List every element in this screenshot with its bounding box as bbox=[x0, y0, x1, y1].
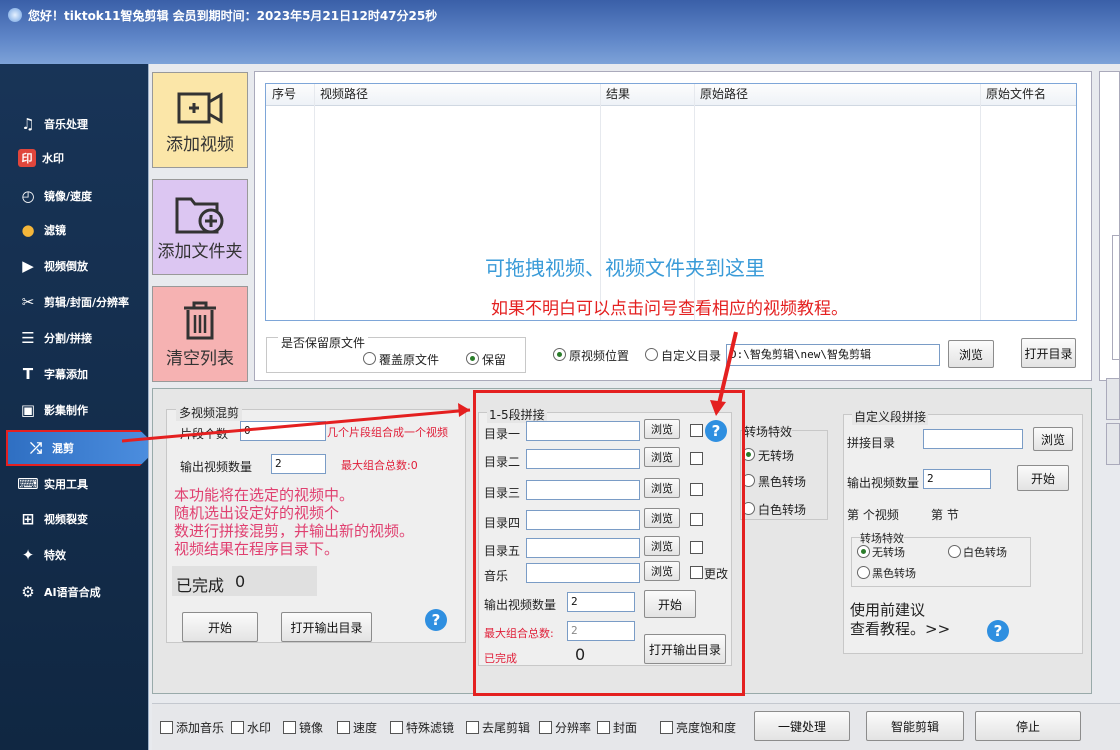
one-click-button[interactable]: 一键处理 bbox=[754, 711, 850, 741]
bottom-checkbox[interactable]: 亮度饱和度 bbox=[660, 719, 736, 736]
smart-cut-button[interactable]: 智能剪辑 bbox=[866, 711, 964, 741]
checkbox-box[interactable] bbox=[283, 721, 296, 734]
bottom-checkbox[interactable]: 封面 bbox=[597, 719, 637, 736]
bottom-checkbox[interactable]: 水印 bbox=[231, 719, 271, 736]
checkbox-label: 添加音乐 bbox=[176, 721, 225, 735]
checkbox-box[interactable] bbox=[337, 721, 350, 734]
checkbox-box[interactable] bbox=[160, 721, 173, 734]
bottom-checkbox[interactable]: 分辨率 bbox=[539, 719, 591, 736]
checkbox-label: 封面 bbox=[613, 721, 638, 735]
checkbox-box[interactable] bbox=[390, 721, 403, 734]
annotation-arrows bbox=[121, 331, 738, 443]
bottom-checkbox[interactable]: 添加音乐 bbox=[160, 719, 224, 736]
checkbox-label: 镜像 bbox=[299, 721, 324, 735]
bottom-checkbox[interactable]: 速度 bbox=[337, 719, 377, 736]
checkbox-box[interactable] bbox=[660, 721, 673, 734]
checkbox-label: 亮度饱和度 bbox=[676, 721, 737, 735]
checkbox-box[interactable] bbox=[539, 721, 552, 734]
checkbox-box[interactable] bbox=[231, 721, 244, 734]
checkbox-label: 水印 bbox=[247, 721, 272, 735]
bottom-checkbox[interactable]: 镜像 bbox=[283, 719, 323, 736]
checkbox-label: 速度 bbox=[353, 721, 378, 735]
checkbox-box[interactable] bbox=[597, 721, 610, 734]
checkbox-label: 去尾剪辑 bbox=[482, 721, 531, 735]
checkbox-box[interactable] bbox=[466, 721, 479, 734]
stop-button[interactable]: 停止 bbox=[975, 711, 1081, 741]
bottom-checkbox[interactable]: 去尾剪辑 bbox=[466, 719, 530, 736]
bottom-checkbox[interactable]: 特殊滤镜 bbox=[390, 719, 454, 736]
checkbox-label: 分辨率 bbox=[555, 721, 592, 735]
checkbox-label: 特殊滤镜 bbox=[406, 721, 455, 735]
